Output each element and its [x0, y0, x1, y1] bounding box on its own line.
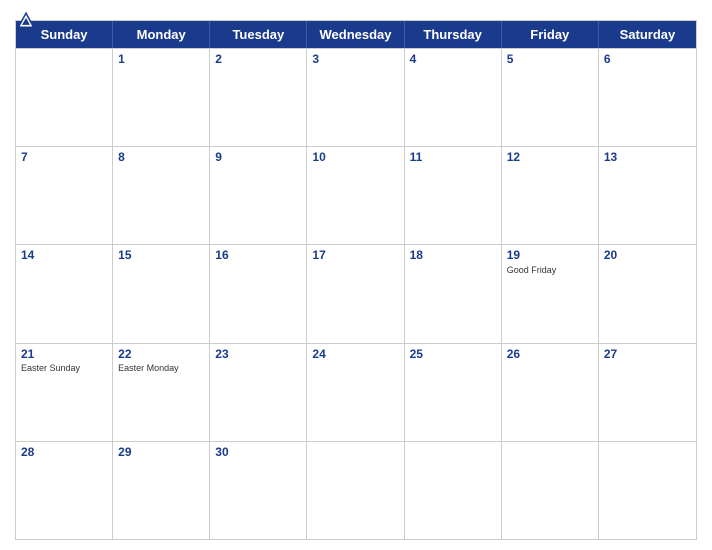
calendar-cell: 11 — [405, 147, 502, 244]
calendar-page: Sunday Monday Tuesday Wednesday Thursday… — [0, 0, 712, 550]
calendar-cell: 19Good Friday — [502, 245, 599, 342]
calendar-cell: 5 — [502, 49, 599, 146]
day-number: 23 — [215, 347, 301, 363]
day-number: 19 — [507, 248, 593, 264]
day-number: 16 — [215, 248, 301, 264]
calendar-grid: Sunday Monday Tuesday Wednesday Thursday… — [15, 20, 697, 540]
calendar-cell — [599, 442, 696, 539]
calendar-cell: 27 — [599, 344, 696, 441]
calendar-body: 12345678910111213141516171819Good Friday… — [16, 48, 696, 539]
calendar-cell: 18 — [405, 245, 502, 342]
day-number: 5 — [507, 52, 593, 68]
day-number: 4 — [410, 52, 496, 68]
calendar-cell: 14 — [16, 245, 113, 342]
header-tuesday: Tuesday — [210, 21, 307, 48]
calendar-cell — [16, 49, 113, 146]
calendar-cell: 13 — [599, 147, 696, 244]
calendar-cell: 7 — [16, 147, 113, 244]
day-number: 1 — [118, 52, 204, 68]
calendar-cell: 17 — [307, 245, 404, 342]
header-wednesday: Wednesday — [307, 21, 404, 48]
calendar-cell: 2 — [210, 49, 307, 146]
calendar-header: Sunday Monday Tuesday Wednesday Thursday… — [16, 21, 696, 48]
day-number: 30 — [215, 445, 301, 461]
day-number: 11 — [410, 150, 496, 166]
holiday-name: Easter Sunday — [21, 363, 107, 374]
day-number: 9 — [215, 150, 301, 166]
day-number: 8 — [118, 150, 204, 166]
day-number: 18 — [410, 248, 496, 264]
calendar-cell: 12 — [502, 147, 599, 244]
day-number: 21 — [21, 347, 107, 363]
calendar-cell: 6 — [599, 49, 696, 146]
header-friday: Friday — [502, 21, 599, 48]
calendar-cell: 25 — [405, 344, 502, 441]
day-number: 22 — [118, 347, 204, 363]
holiday-name: Good Friday — [507, 265, 593, 276]
day-number: 25 — [410, 347, 496, 363]
day-number: 12 — [507, 150, 593, 166]
calendar-cell — [405, 442, 502, 539]
calendar-cell — [502, 442, 599, 539]
day-number: 24 — [312, 347, 398, 363]
calendar-cell: 26 — [502, 344, 599, 441]
day-number: 29 — [118, 445, 204, 461]
day-number: 28 — [21, 445, 107, 461]
day-number: 20 — [604, 248, 691, 264]
calendar-week-5: 28 29 30 — [16, 441, 696, 539]
header-saturday: Saturday — [599, 21, 696, 48]
day-number: 15 — [118, 248, 204, 264]
day-number: 26 — [507, 347, 593, 363]
calendar-cell: 10 — [307, 147, 404, 244]
header-monday: Monday — [113, 21, 210, 48]
calendar-cell: 16 — [210, 245, 307, 342]
logo-icon — [15, 10, 37, 32]
day-number: 10 — [312, 150, 398, 166]
logo — [15, 10, 39, 32]
header-thursday: Thursday — [405, 21, 502, 48]
calendar-cell: 23 — [210, 344, 307, 441]
day-number: 3 — [312, 52, 398, 68]
calendar-week-4: 21Easter Sunday22Easter Monday2324252627 — [16, 343, 696, 441]
calendar-cell: 1 — [113, 49, 210, 146]
calendar-cell: 29 — [113, 442, 210, 539]
calendar-cell: 22Easter Monday — [113, 344, 210, 441]
holiday-name: Easter Monday — [118, 363, 204, 374]
calendar-cell: 9 — [210, 147, 307, 244]
calendar-cell: 20 — [599, 245, 696, 342]
calendar-cell: 21Easter Sunday — [16, 344, 113, 441]
day-number: 2 — [215, 52, 301, 68]
day-number: 6 — [604, 52, 691, 68]
calendar-cell: 28 — [16, 442, 113, 539]
calendar-cell: 8 — [113, 147, 210, 244]
calendar-week-1: 123456 — [16, 48, 696, 146]
day-number: 7 — [21, 150, 107, 166]
day-number: 14 — [21, 248, 107, 264]
day-number: 13 — [604, 150, 691, 166]
calendar-week-3: 14 15 16 17 18 19Good Friday 20 — [16, 244, 696, 342]
page-header — [15, 10, 697, 20]
calendar-cell: 4 — [405, 49, 502, 146]
calendar-cell — [307, 442, 404, 539]
calendar-cell: 24 — [307, 344, 404, 441]
calendar-cell: 3 — [307, 49, 404, 146]
calendar-cell: 15 — [113, 245, 210, 342]
calendar-cell: 30 — [210, 442, 307, 539]
day-number: 27 — [604, 347, 691, 363]
day-number: 17 — [312, 248, 398, 264]
calendar-week-2: 789 10 11 12 13 — [16, 146, 696, 244]
